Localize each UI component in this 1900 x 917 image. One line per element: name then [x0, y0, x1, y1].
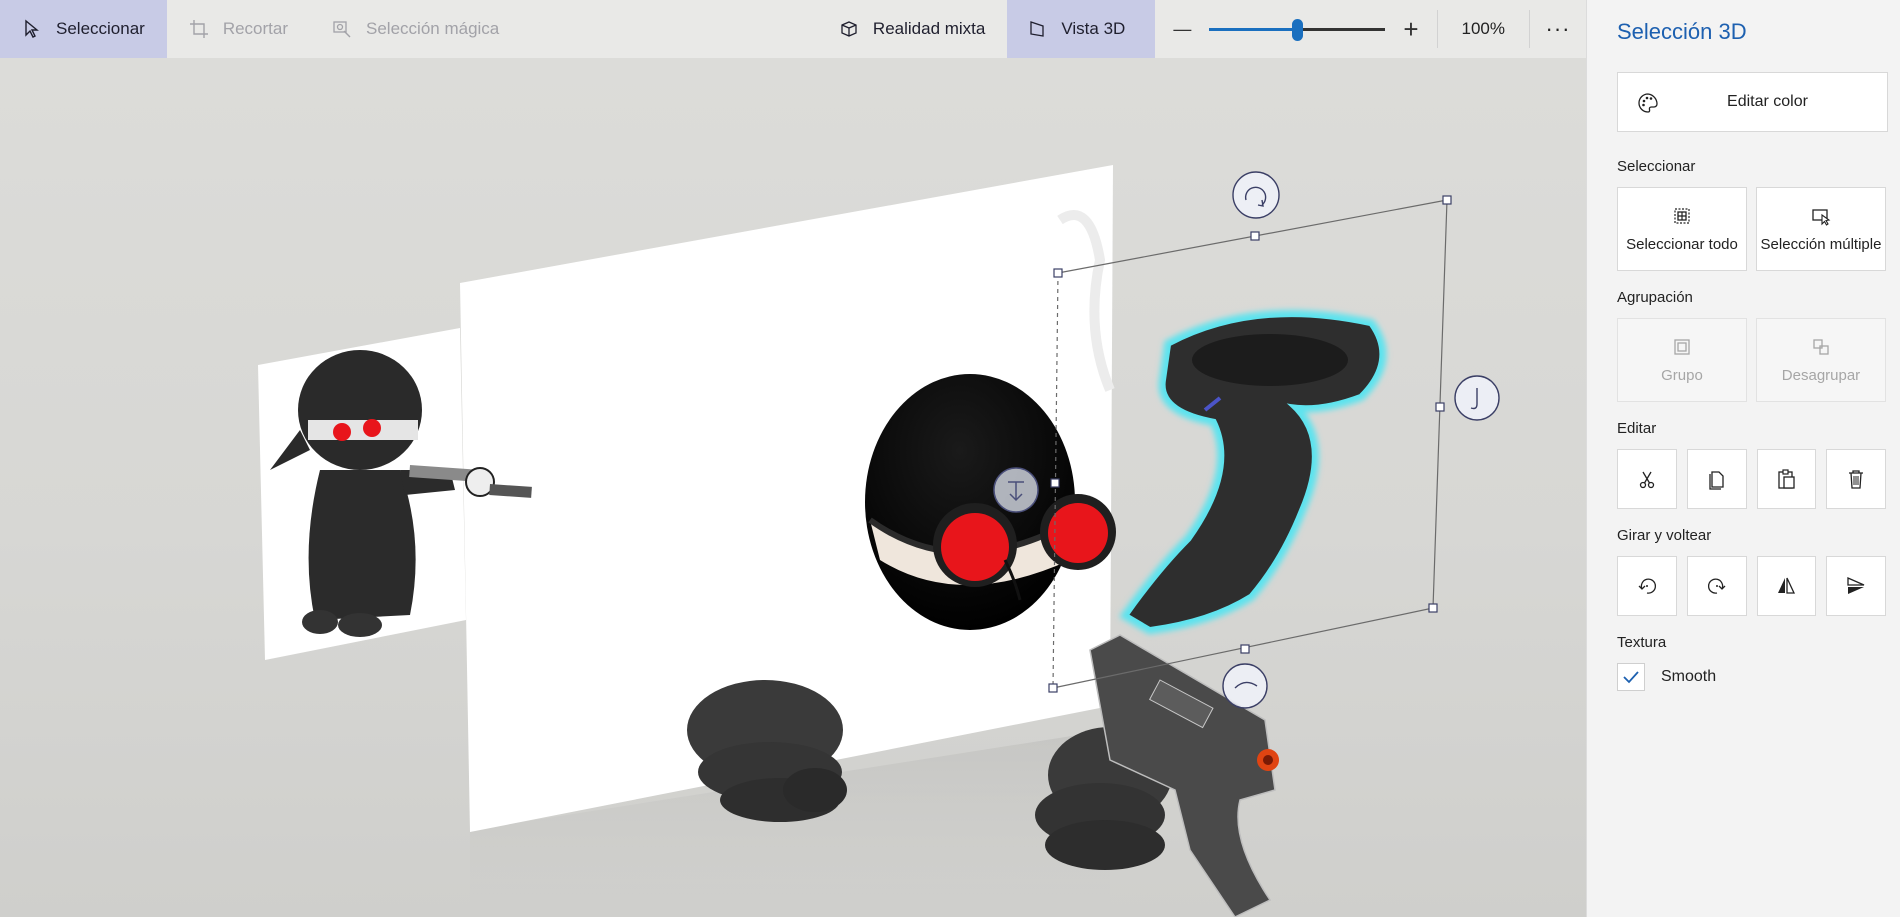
- group-button[interactable]: Grupo: [1617, 318, 1747, 402]
- checkmark-icon: [1623, 671, 1639, 684]
- rotate-flip-section-heading: Girar y voltear: [1617, 527, 1712, 544]
- select-tool-label: Seleccionar: [56, 19, 145, 38]
- select-tool-button[interactable]: Seleccionar: [0, 0, 167, 58]
- select-all-label: Seleccionar todo: [1626, 235, 1738, 253]
- trash-icon: [1849, 470, 1864, 489]
- select-section-heading: Seleccionar: [1617, 158, 1696, 175]
- resize-handle: [1050, 478, 1060, 488]
- top-toolbar: Seleccionar Recortar Selección mágica Re…: [0, 0, 1586, 58]
- palette-icon: [1638, 93, 1658, 113]
- scarf-model-selected[interactable]: [1119, 310, 1387, 635]
- rotate-right-button[interactable]: [1686, 556, 1747, 616]
- zoom-in-button[interactable]: +: [1403, 14, 1418, 45]
- mixed-reality-icon: [841, 21, 857, 37]
- ungroup-icon: [1813, 338, 1829, 355]
- scene-svg: [258, 165, 1500, 917]
- resize-handle: [1053, 268, 1063, 278]
- magic-select-button[interactable]: Selección mágica: [310, 0, 521, 58]
- canvas-3d-scene[interactable]: [0, 58, 1586, 917]
- crop-icon: [189, 20, 208, 38]
- smooth-checkbox[interactable]: [1617, 663, 1645, 691]
- smooth-texture-option[interactable]: Smooth: [1617, 663, 1886, 691]
- smooth-label: Smooth: [1661, 668, 1717, 685]
- panel-title: Selección 3D: [1617, 19, 1747, 44]
- scissors-icon: [1639, 471, 1655, 489]
- grouping-section-heading: Agrupación: [1617, 289, 1693, 306]
- zoom-slider-thumb[interactable]: [1292, 19, 1304, 41]
- zoom-slider[interactable]: [1209, 19, 1386, 41]
- flip-vertical-button[interactable]: [1826, 556, 1886, 616]
- multi-select-button[interactable]: Selección múltiple: [1756, 187, 1886, 271]
- edit-section-heading: Editar: [1617, 420, 1657, 437]
- select-all-button[interactable]: Seleccionar todo: [1617, 187, 1747, 271]
- resize-handle: [1442, 195, 1452, 205]
- cut-button[interactable]: [1617, 449, 1677, 509]
- selection-3d-panel: Selección 3D Editar color Seleccionar Se…: [1586, 0, 1900, 917]
- resize-handle: [1250, 231, 1260, 241]
- texture-section-heading: Textura: [1617, 634, 1667, 651]
- edit-color-button[interactable]: Editar color: [1617, 72, 1888, 132]
- resize-handle: [1435, 402, 1445, 412]
- zoom-slider-track: [1297, 28, 1386, 31]
- resize-handle: [1240, 644, 1250, 654]
- rotate-left-icon: [1638, 578, 1656, 594]
- mixed-reality-label: Realidad mixta: [872, 19, 986, 38]
- crop-tool-button[interactable]: Recortar: [167, 0, 310, 58]
- group-label: Grupo: [1661, 366, 1703, 384]
- resize-handle: [1428, 603, 1438, 613]
- rotate-left-button[interactable]: [1617, 556, 1677, 616]
- rotate-handle-right[interactable]: [1454, 375, 1500, 421]
- copy-icon: [1708, 471, 1724, 490]
- multi-select-icon: [1812, 208, 1831, 226]
- more-options-button[interactable]: ···: [1530, 0, 1586, 58]
- group-icon: [1674, 338, 1690, 355]
- magic-select-icon: [333, 21, 351, 38]
- rotate-handle-bottom[interactable]: [1222, 663, 1268, 709]
- flip-vertical-icon: [1847, 577, 1865, 594]
- zoom-controls: — +: [1155, 0, 1436, 58]
- zoom-percentage: 100%: [1461, 19, 1505, 38]
- paste-button[interactable]: [1756, 449, 1817, 509]
- view-3d-button[interactable]: Vista 3D: [1007, 0, 1156, 58]
- flip-horizontal-icon: [1778, 577, 1796, 594]
- ungroup-button[interactable]: Desagrupar: [1756, 318, 1886, 402]
- resize-handle: [1048, 683, 1058, 693]
- cursor-icon: [25, 19, 39, 38]
- view-3d-label: Vista 3D: [1061, 19, 1126, 38]
- ungroup-label: Desagrupar: [1781, 366, 1861, 384]
- zoom-slider-fill: [1209, 28, 1298, 31]
- magic-select-label: Selección mágica: [366, 19, 500, 38]
- multi-select-label: Selección múltiple: [1760, 235, 1882, 253]
- copy-button[interactable]: [1686, 449, 1747, 509]
- zoom-out-button[interactable]: —: [1173, 19, 1191, 40]
- mixed-reality-button[interactable]: Realidad mixta: [817, 0, 1007, 58]
- flip-horizontal-button[interactable]: [1756, 556, 1817, 616]
- view-3d-icon: [1030, 21, 1045, 37]
- paste-icon: [1778, 469, 1796, 489]
- delete-button[interactable]: [1826, 449, 1886, 509]
- select-all-icon: [1674, 207, 1690, 224]
- crop-tool-label: Recortar: [222, 19, 289, 38]
- rotate-right-icon: [1707, 578, 1726, 594]
- rotate-handle-top[interactable]: [1232, 171, 1280, 219]
